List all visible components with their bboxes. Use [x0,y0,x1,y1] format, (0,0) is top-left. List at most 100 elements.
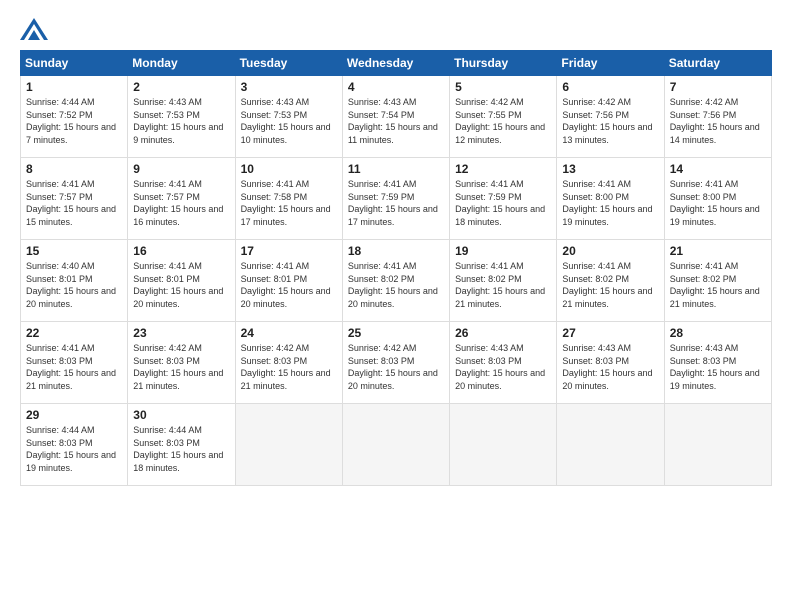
calendar-cell: 22Sunrise: 4:41 AMSunset: 8:03 PMDayligh… [21,322,128,404]
day-number: 17 [241,244,338,258]
calendar-cell [450,404,557,486]
day-info: Sunrise: 4:40 AMSunset: 8:01 PMDaylight:… [26,260,123,310]
calendar-cell: 24 Sunrise: 4:42 AMSunset: 8:03 PMDayligh… [235,322,342,404]
day-number: 5 [455,80,552,94]
day-number: 28 [670,326,767,340]
calendar-cell [664,404,771,486]
calendar-week-2: 8 Sunrise: 4:41 AMSunset: 7:57 PMDaylight… [21,158,772,240]
calendar-cell: 5 Sunrise: 4:42 AMSunset: 7:55 PMDaylight… [450,76,557,158]
day-number: 29 [26,408,123,422]
weekday-header-wednesday: Wednesday [342,51,449,76]
calendar-cell: 11Sunrise: 4:41 AMSunset: 7:59 PMDayligh… [342,158,449,240]
day-number: 18 [348,244,445,258]
day-info: Sunrise: 4:41 AMSunset: 8:00 PMDaylight:… [562,178,659,228]
day-info: Sunrise: 4:43 AMSunset: 8:03 PMDaylight:… [562,342,659,392]
calendar-cell: 8 Sunrise: 4:41 AMSunset: 7:57 PMDaylight… [21,158,128,240]
weekday-header-row: SundayMondayTuesdayWednesdayThursdayFrid… [21,51,772,76]
day-number: 6 [562,80,659,94]
day-info: Sunrise: 4:41 AMSunset: 8:01 PMDaylight:… [133,260,230,310]
day-info: Sunrise: 4:43 AMSunset: 7:53 PMDaylight:… [241,96,338,146]
day-number: 23 [133,326,230,340]
calendar-cell: 27Sunrise: 4:43 AMSunset: 8:03 PMDayligh… [557,322,664,404]
day-info: Sunrise: 4:42 AMSunset: 7:56 PMDaylight:… [670,96,767,146]
weekday-header-tuesday: Tuesday [235,51,342,76]
day-info: Sunrise: 4:41 AMSunset: 7:59 PMDaylight:… [455,178,552,228]
weekday-header-saturday: Saturday [664,51,771,76]
calendar-cell: 10 Sunrise: 4:41 AMSunset: 7:58 PMDayligh… [235,158,342,240]
weekday-header-thursday: Thursday [450,51,557,76]
calendar-cell: 15 Sunrise: 4:40 AMSunset: 8:01 PMDayligh… [21,240,128,322]
day-number: 8 [26,162,123,176]
day-number: 7 [670,80,767,94]
calendar-cell [557,404,664,486]
calendar-cell: 29Sunrise: 4:44 AMSunset: 8:03 PMDayligh… [21,404,128,486]
day-number: 10 [241,162,338,176]
calendar-cell: 7 Sunrise: 4:42 AMSunset: 7:56 PMDaylight… [664,76,771,158]
day-info: Sunrise: 4:42 AMSunset: 8:03 PMDaylight:… [348,342,445,392]
calendar-cell: 1Sunrise: 4:44 AMSunset: 7:52 PMDaylight… [21,76,128,158]
day-info: Sunrise: 4:42 AMSunset: 7:55 PMDaylight:… [455,96,552,146]
day-number: 26 [455,326,552,340]
day-info: Sunrise: 4:41 AMSunset: 7:58 PMDaylight:… [241,178,338,228]
day-number: 15 [26,244,123,258]
day-info: Sunrise: 4:42 AMSunset: 8:03 PMDaylight:… [133,342,230,392]
calendar-cell [342,404,449,486]
day-number: 24 [241,326,338,340]
day-info: Sunrise: 4:41 AMSunset: 7:59 PMDaylight:… [348,178,445,228]
day-info: Sunrise: 4:41 AMSunset: 7:57 PMDaylight:… [26,178,123,228]
day-number: 19 [455,244,552,258]
day-number: 22 [26,326,123,340]
day-number: 13 [562,162,659,176]
day-info: Sunrise: 4:43 AMSunset: 7:54 PMDaylight:… [348,96,445,146]
calendar-week-5: 29Sunrise: 4:44 AMSunset: 8:03 PMDayligh… [21,404,772,486]
header [20,18,772,40]
day-info: Sunrise: 4:41 AMSunset: 8:00 PMDaylight:… [670,178,767,228]
calendar-cell: 30Sunrise: 4:44 AMSunset: 8:03 PMDayligh… [128,404,235,486]
calendar-cell: 25 Sunrise: 4:42 AMSunset: 8:03 PMDayligh… [342,322,449,404]
day-number: 16 [133,244,230,258]
calendar-cell: 3Sunrise: 4:43 AMSunset: 7:53 PMDaylight… [235,76,342,158]
calendar-cell: 16 Sunrise: 4:41 AMSunset: 8:01 PMDayligh… [128,240,235,322]
day-number: 30 [133,408,230,422]
day-info: Sunrise: 4:41 AMSunset: 7:57 PMDaylight:… [133,178,230,228]
day-info: Sunrise: 4:44 AMSunset: 7:52 PMDaylight:… [26,96,123,146]
calendar-cell: 13 Sunrise: 4:41 AMSunset: 8:00 PMDayligh… [557,158,664,240]
day-info: Sunrise: 4:43 AMSunset: 7:53 PMDaylight:… [133,96,230,146]
calendar-cell: 4 Sunrise: 4:43 AMSunset: 7:54 PMDaylight… [342,76,449,158]
calendar-cell: 19 Sunrise: 4:41 AMSunset: 8:02 PMDayligh… [450,240,557,322]
page: SundayMondayTuesdayWednesdayThursdayFrid… [0,0,792,612]
calendar-cell: 26Sunrise: 4:43 AMSunset: 8:03 PMDayligh… [450,322,557,404]
calendar-cell: 9 Sunrise: 4:41 AMSunset: 7:57 PMDaylight… [128,158,235,240]
day-info: Sunrise: 4:42 AMSunset: 7:56 PMDaylight:… [562,96,659,146]
day-info: Sunrise: 4:41 AMSunset: 8:01 PMDaylight:… [241,260,338,310]
logo-icon [20,18,48,40]
calendar-week-4: 22Sunrise: 4:41 AMSunset: 8:03 PMDayligh… [21,322,772,404]
day-number: 14 [670,162,767,176]
calendar-cell [235,404,342,486]
day-number: 21 [670,244,767,258]
day-info: Sunrise: 4:42 AMSunset: 8:03 PMDaylight:… [241,342,338,392]
day-number: 2 [133,80,230,94]
calendar-week-1: 1Sunrise: 4:44 AMSunset: 7:52 PMDaylight… [21,76,772,158]
day-number: 4 [348,80,445,94]
day-info: Sunrise: 4:41 AMSunset: 8:02 PMDaylight:… [348,260,445,310]
weekday-header-friday: Friday [557,51,664,76]
day-info: Sunrise: 4:41 AMSunset: 8:02 PMDaylight:… [455,260,552,310]
day-info: Sunrise: 4:43 AMSunset: 8:03 PMDaylight:… [670,342,767,392]
calendar-table: SundayMondayTuesdayWednesdayThursdayFrid… [20,50,772,486]
weekday-header-sunday: Sunday [21,51,128,76]
calendar-cell: 2 Sunrise: 4:43 AMSunset: 7:53 PMDaylight… [128,76,235,158]
calendar-cell: 18 Sunrise: 4:41 AMSunset: 8:02 PMDayligh… [342,240,449,322]
calendar-cell: 6 Sunrise: 4:42 AMSunset: 7:56 PMDaylight… [557,76,664,158]
day-number: 20 [562,244,659,258]
calendar-cell: 14 Sunrise: 4:41 AMSunset: 8:00 PMDayligh… [664,158,771,240]
calendar-cell: 21 Sunrise: 4:41 AMSunset: 8:02 PMDayligh… [664,240,771,322]
day-number: 25 [348,326,445,340]
day-number: 9 [133,162,230,176]
calendar-cell: 12 Sunrise: 4:41 AMSunset: 7:59 PMDayligh… [450,158,557,240]
day-info: Sunrise: 4:41 AMSunset: 8:02 PMDaylight:… [670,260,767,310]
day-number: 12 [455,162,552,176]
calendar-cell: 20Sunrise: 4:41 AMSunset: 8:02 PMDayligh… [557,240,664,322]
calendar-week-3: 15 Sunrise: 4:40 AMSunset: 8:01 PMDayligh… [21,240,772,322]
calendar-cell: 23 Sunrise: 4:42 AMSunset: 8:03 PMDayligh… [128,322,235,404]
